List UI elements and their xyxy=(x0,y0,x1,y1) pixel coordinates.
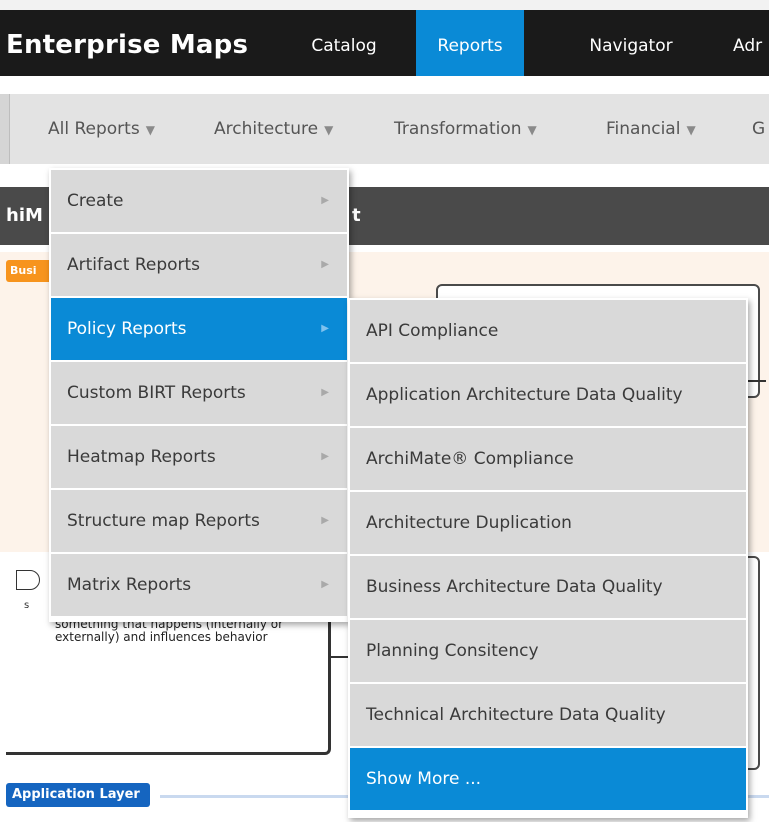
submenu-item-api-compliance[interactable]: API Compliance xyxy=(350,300,746,362)
diagram-connector xyxy=(746,380,766,382)
submenu-item-label: API Compliance xyxy=(366,321,499,341)
nav-tab-admin[interactable]: Adr xyxy=(733,10,769,76)
section-title-fragment-right: t xyxy=(352,205,361,226)
section-title-fragment-left: hiM xyxy=(6,205,43,226)
submenu-item-architecture-duplication[interactable]: Architecture Duplication xyxy=(350,492,746,554)
menu-item-label: Matrix Reports xyxy=(67,575,192,595)
triangle-right-icon: ▶ xyxy=(321,195,329,206)
subnav-architecture-label: Architecture xyxy=(214,119,319,139)
nav-tab-catalog[interactable]: Catalog xyxy=(292,10,396,76)
submenu-item-label: ArchiMate® Compliance xyxy=(366,449,574,469)
menu-item-custom-birt-reports[interactable]: Custom BIRT Reports ▶ xyxy=(51,362,347,424)
submenu-item-application-architecture-data-quality[interactable]: Application Architecture Data Quality xyxy=(350,364,746,426)
submenu-item-label: Planning Consitency xyxy=(366,641,539,661)
triangle-right-icon: ▶ xyxy=(321,387,329,398)
triangle-down-icon: ▼ xyxy=(324,123,334,137)
nav-tab-reports[interactable]: Reports xyxy=(416,10,524,76)
submenu-item-label: Show More ... xyxy=(366,769,482,789)
triangle-right-icon: ▶ xyxy=(321,515,329,526)
subnav-transformation[interactable]: Transformation ▼ xyxy=(394,94,537,164)
subnav-left-handle xyxy=(0,94,10,164)
subnav-financial-label: Financial xyxy=(606,119,681,139)
business-event-icon xyxy=(16,570,40,590)
subnav-all-reports[interactable]: All Reports ▼ xyxy=(48,94,155,164)
submenu-item-label: Technical Architecture Data Quality xyxy=(366,705,666,725)
triangle-right-icon: ▶ xyxy=(321,259,329,270)
menu-item-label: Heatmap Reports xyxy=(67,447,216,467)
menu-item-structure-map-reports[interactable]: Structure map Reports ▶ xyxy=(51,490,347,552)
subnav-financial[interactable]: Financial ▼ xyxy=(606,94,696,164)
menu-item-create[interactable]: Create ▶ xyxy=(51,170,347,232)
submenu-item-archimate-compliance[interactable]: ArchiMate® Compliance xyxy=(350,428,746,490)
business-layer-chip: Busi xyxy=(6,260,50,282)
diagram-connector xyxy=(328,656,350,658)
subnav-transformation-label: Transformation xyxy=(394,119,522,139)
reports-dropdown-menu: Create ▶ Artifact Reports ▶ Policy Repor… xyxy=(49,168,349,622)
event-label-fragment: s xyxy=(24,600,30,611)
submenu-item-planning-consistency[interactable]: Planning Consitency xyxy=(350,620,746,682)
app-title[interactable]: Enterprise Maps xyxy=(6,30,248,60)
application-layer-chip: Application Layer xyxy=(6,783,150,807)
menu-item-label: Structure map Reports xyxy=(67,511,260,531)
menu-item-heatmap-reports[interactable]: Heatmap Reports ▶ xyxy=(51,426,347,488)
menu-item-artifact-reports[interactable]: Artifact Reports ▶ xyxy=(51,234,347,296)
menu-item-matrix-reports[interactable]: Matrix Reports ▶ xyxy=(51,554,347,616)
subnav-more[interactable]: G xyxy=(752,94,769,164)
menu-item-label: Custom BIRT Reports xyxy=(67,383,246,403)
submenu-item-label: Architecture Duplication xyxy=(366,513,572,533)
nav-tab-navigator[interactable]: Navigator xyxy=(566,10,696,76)
menu-item-label: Artifact Reports xyxy=(67,255,201,275)
menu-item-label: Create xyxy=(67,191,124,211)
policy-reports-submenu: API Compliance Application Architecture … xyxy=(348,298,748,818)
menu-item-policy-reports[interactable]: Policy Reports ▶ xyxy=(51,298,347,360)
submenu-item-label: Business Architecture Data Quality xyxy=(366,577,663,597)
triangle-right-icon: ▶ xyxy=(321,323,329,334)
subnav-all-reports-label: All Reports xyxy=(48,119,140,139)
submenu-item-show-more[interactable]: Show More ... xyxy=(350,748,746,810)
submenu-item-label: Application Architecture Data Quality xyxy=(366,385,683,405)
triangle-down-icon: ▼ xyxy=(145,123,155,137)
triangle-right-icon: ▶ xyxy=(321,451,329,462)
triangle-down-icon: ▼ xyxy=(527,123,537,137)
subnav-architecture[interactable]: Architecture ▼ xyxy=(214,94,333,164)
submenu-item-business-architecture-data-quality[interactable]: Business Architecture Data Quality xyxy=(350,556,746,618)
triangle-right-icon: ▶ xyxy=(321,579,329,590)
triangle-down-icon: ▼ xyxy=(686,123,696,137)
submenu-item-technical-architecture-data-quality[interactable]: Technical Architecture Data Quality xyxy=(350,684,746,746)
menu-item-label: Policy Reports xyxy=(67,319,187,339)
